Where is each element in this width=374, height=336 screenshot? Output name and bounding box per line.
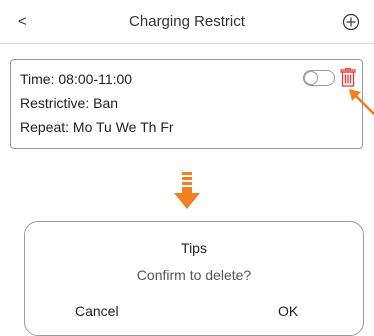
toggle-knob	[304, 71, 318, 85]
cancel-button[interactable]: Cancel	[75, 303, 119, 319]
arrow-icon	[349, 89, 374, 116]
down-arrow-icon	[174, 172, 200, 209]
page-title: Charging Restrict	[129, 13, 245, 30]
app-header: < Charging Restrict	[0, 0, 374, 44]
add-circle-icon[interactable]	[342, 13, 360, 31]
ok-button[interactable]: OK	[278, 303, 298, 319]
dialog-message: Confirm to delete?	[136, 267, 252, 283]
restriction-time: Time: 08:00-11:00	[20, 71, 133, 87]
restriction-repeat: Repeat: Mo Tu We Th Fr	[20, 119, 174, 135]
enable-toggle[interactable]	[303, 70, 335, 86]
dialog-title: Tips	[181, 240, 207, 256]
restriction-type: Restrictive: Ban	[20, 95, 119, 111]
trash-icon[interactable]	[340, 68, 356, 87]
restriction-card[interactable]: Time: 08:00-11:00 Restrictive: Ban Repea…	[10, 59, 363, 149]
delete-confirm-dialog: Tips Confirm to delete? Cancel OK	[24, 221, 364, 336]
